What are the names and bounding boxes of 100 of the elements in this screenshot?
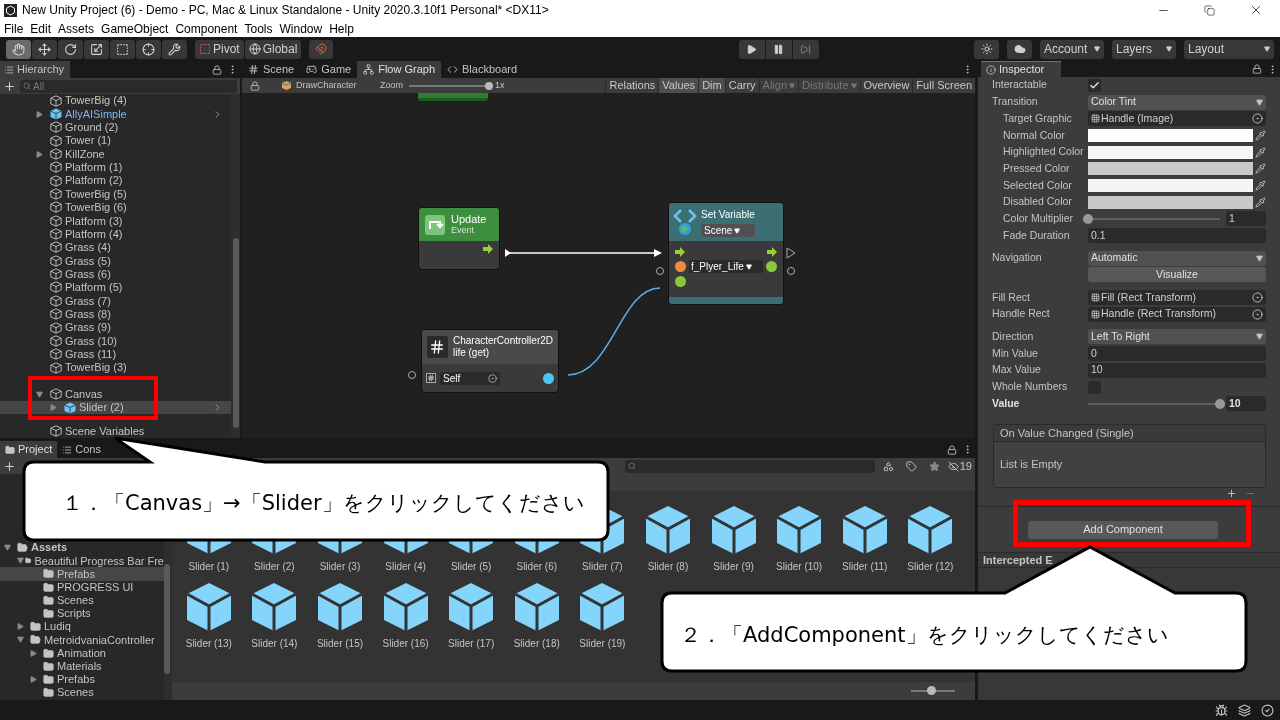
folder-item[interactable]: Prefabs (0, 567, 164, 581)
graph-node[interactable]: CharacterController2D life (get) Self (421, 329, 559, 393)
folder-item[interactable]: Materials (0, 659, 164, 673)
add-component-button[interactable]: Add Component (1028, 520, 1218, 539)
hierarchy-item[interactable]: Slider (2) (0, 400, 231, 415)
global-button[interactable]: Global (244, 39, 302, 59)
asset-name[interactable]: Slider (13) (185, 636, 232, 651)
hierarchy-item[interactable]: AllyAISimple (0, 107, 231, 121)
folder-item[interactable]: Scenes (0, 686, 164, 700)
menu-item[interactable]: Help (327, 19, 356, 38)
menu-item[interactable]: Edit (28, 19, 54, 38)
menu-item[interactable]: Tools (242, 19, 275, 38)
input-field[interactable]: 10 (1088, 362, 1266, 378)
asset-name[interactable]: Slider (8) (647, 559, 689, 574)
input-field[interactable]: 0 (1088, 346, 1266, 362)
hierarchy-item[interactable]: TowerBig (3) (0, 360, 231, 375)
scope-dropdown[interactable]: Scene (701, 224, 755, 237)
number-field[interactable]: 10 (1226, 396, 1266, 412)
asset-name[interactable]: Slider (1) (188, 559, 230, 574)
hierarchy-item[interactable]: KillZone (0, 147, 231, 161)
hierarchy-item[interactable]: Grass (6) (0, 267, 231, 281)
asset-name[interactable]: Slider (10) (776, 559, 823, 574)
pivot-button[interactable]: Pivot (195, 39, 244, 59)
number-field[interactable]: 1 (1226, 211, 1266, 227)
hierarchy-item[interactable]: Grass (11) (0, 347, 231, 361)
field-label: Selected Color (1003, 177, 1072, 193)
hierarchy-item[interactable]: Grass (7) (0, 294, 231, 308)
hierarchy-item[interactable]: TowerBig (5) (0, 187, 231, 201)
dropdown[interactable]: Color Tint (1088, 94, 1266, 110)
asset-name[interactable]: Slider (7) (582, 559, 623, 574)
hierarchy-item[interactable]: Platform (3) (0, 214, 231, 228)
folder-item[interactable]: PROGRESS UI (0, 580, 164, 594)
asset-name[interactable]: Slider (3) (319, 559, 361, 574)
hierarchy-item[interactable]: Grass (8) (0, 307, 231, 321)
menu-item[interactable]: Component (173, 19, 240, 38)
hierarchy-tab[interactable]: Hierarchy (0, 61, 70, 78)
asset-name[interactable]: Slider (14) (251, 636, 298, 651)
asset-name[interactable]: Slider (12) (907, 559, 954, 574)
hierarchy-item[interactable]: TowerBig (4) (0, 94, 231, 108)
asset-name[interactable]: Slider (17) (448, 636, 495, 651)
editor-tab[interactable]: Blackboard (441, 61, 524, 78)
asset-name[interactable]: Slider (6) (516, 559, 558, 574)
asset-name[interactable]: Slider (2) (254, 559, 295, 574)
asset-name[interactable]: Slider (4) (385, 559, 426, 574)
hierarchy-item[interactable]: Tower (1) (0, 134, 231, 148)
hierarchy-item[interactable]: Platform (2) (0, 174, 231, 188)
hierarchy-item[interactable]: Canvas (0, 387, 231, 401)
hierarchy-item[interactable]: Platform (5) (0, 280, 231, 295)
asset-name[interactable]: Slider (19) (579, 636, 626, 651)
toolbar-toggle[interactable]: Dim (698, 78, 725, 93)
dropdown[interactable]: Automatic (1088, 250, 1266, 266)
folder-item[interactable]: Assets (0, 541, 164, 555)
layers-dropdown[interactable]: Layers (1112, 39, 1176, 59)
object-field[interactable]: Handle (Rect Transform) (1088, 306, 1266, 322)
graph-node[interactable]: Update Event (418, 207, 500, 270)
panel-tab[interactable]: Cons (57, 441, 106, 458)
menu-item[interactable]: GameObject (99, 19, 171, 38)
hierarchy-item[interactable]: Platform (1) (0, 160, 231, 175)
menu-item[interactable]: File (2, 19, 26, 38)
editor-tab[interactable]: Scene (242, 61, 301, 78)
editor-tab[interactable]: Game (300, 61, 358, 78)
asset-name[interactable]: Slider (5) (450, 559, 492, 574)
hierarchy-item[interactable]: Scene Variables (0, 424, 231, 438)
hierarchy-item[interactable]: TowerBig (6) (0, 200, 231, 215)
account-dropdown[interactable]: Account (1040, 39, 1104, 59)
hierarchy-item[interactable]: Ground (2) (0, 120, 231, 135)
visualize-button[interactable]: Visualize (1088, 267, 1266, 283)
asset-name[interactable]: Slider (9) (713, 559, 754, 574)
asset-name[interactable]: Slider (18) (513, 636, 560, 651)
inspector-tab[interactable]: Inspector (981, 61, 1061, 77)
menu-item[interactable]: Assets (56, 19, 97, 38)
hierarchy-item[interactable]: Grass (4) (0, 240, 231, 255)
variable-dropdown[interactable]: f_Plyer_Life (689, 260, 763, 273)
toolbar-toggle[interactable]: Values (658, 78, 699, 93)
layout-dropdown[interactable]: Layout (1184, 39, 1274, 59)
folder-item[interactable]: Scenes (0, 593, 164, 607)
editor-tab[interactable]: Flow Graph (357, 61, 442, 78)
hierarchy-item[interactable]: Platform (4) (0, 227, 231, 241)
asset-name[interactable]: Slider (15) (316, 636, 364, 651)
panel-tab[interactable]: Project (0, 441, 58, 458)
object-field[interactable]: Fill (Rect Transform) (1088, 290, 1266, 306)
folder-item[interactable]: Ludiq (0, 620, 164, 634)
hierarchy-item[interactable]: Grass (9) (0, 320, 231, 335)
folder-item[interactable]: Prefabs (0, 672, 164, 687)
hidden-packages-toggle[interactable]: 19 (947, 457, 972, 475)
hierarchy-item[interactable]: Grass (5) (0, 254, 231, 268)
folder-item[interactable]: MetroidvaniaController (0, 633, 164, 647)
object-field[interactable]: Handle (Image) (1088, 111, 1266, 127)
folder-item[interactable]: Beautiful Progress Bar Fre (0, 554, 164, 568)
input-field[interactable]: 0.1 (1088, 228, 1266, 244)
hierarchy-item[interactable]: Grass (10) (0, 334, 231, 348)
target-field[interactable]: Self (440, 371, 500, 385)
graph-node[interactable]: Set Variable Scene f_Plyer_Life (668, 202, 784, 305)
folder-item[interactable]: Scripts (0, 606, 164, 621)
menu-item[interactable]: Window (277, 19, 325, 38)
asset-name[interactable]: Slider (16) (382, 636, 429, 651)
asset-name[interactable]: Slider (11) (842, 559, 888, 574)
folder-item[interactable]: Animation (0, 646, 164, 660)
dropdown[interactable]: Left To Right (1088, 329, 1266, 345)
search-field[interactable]: All (20, 79, 237, 93)
